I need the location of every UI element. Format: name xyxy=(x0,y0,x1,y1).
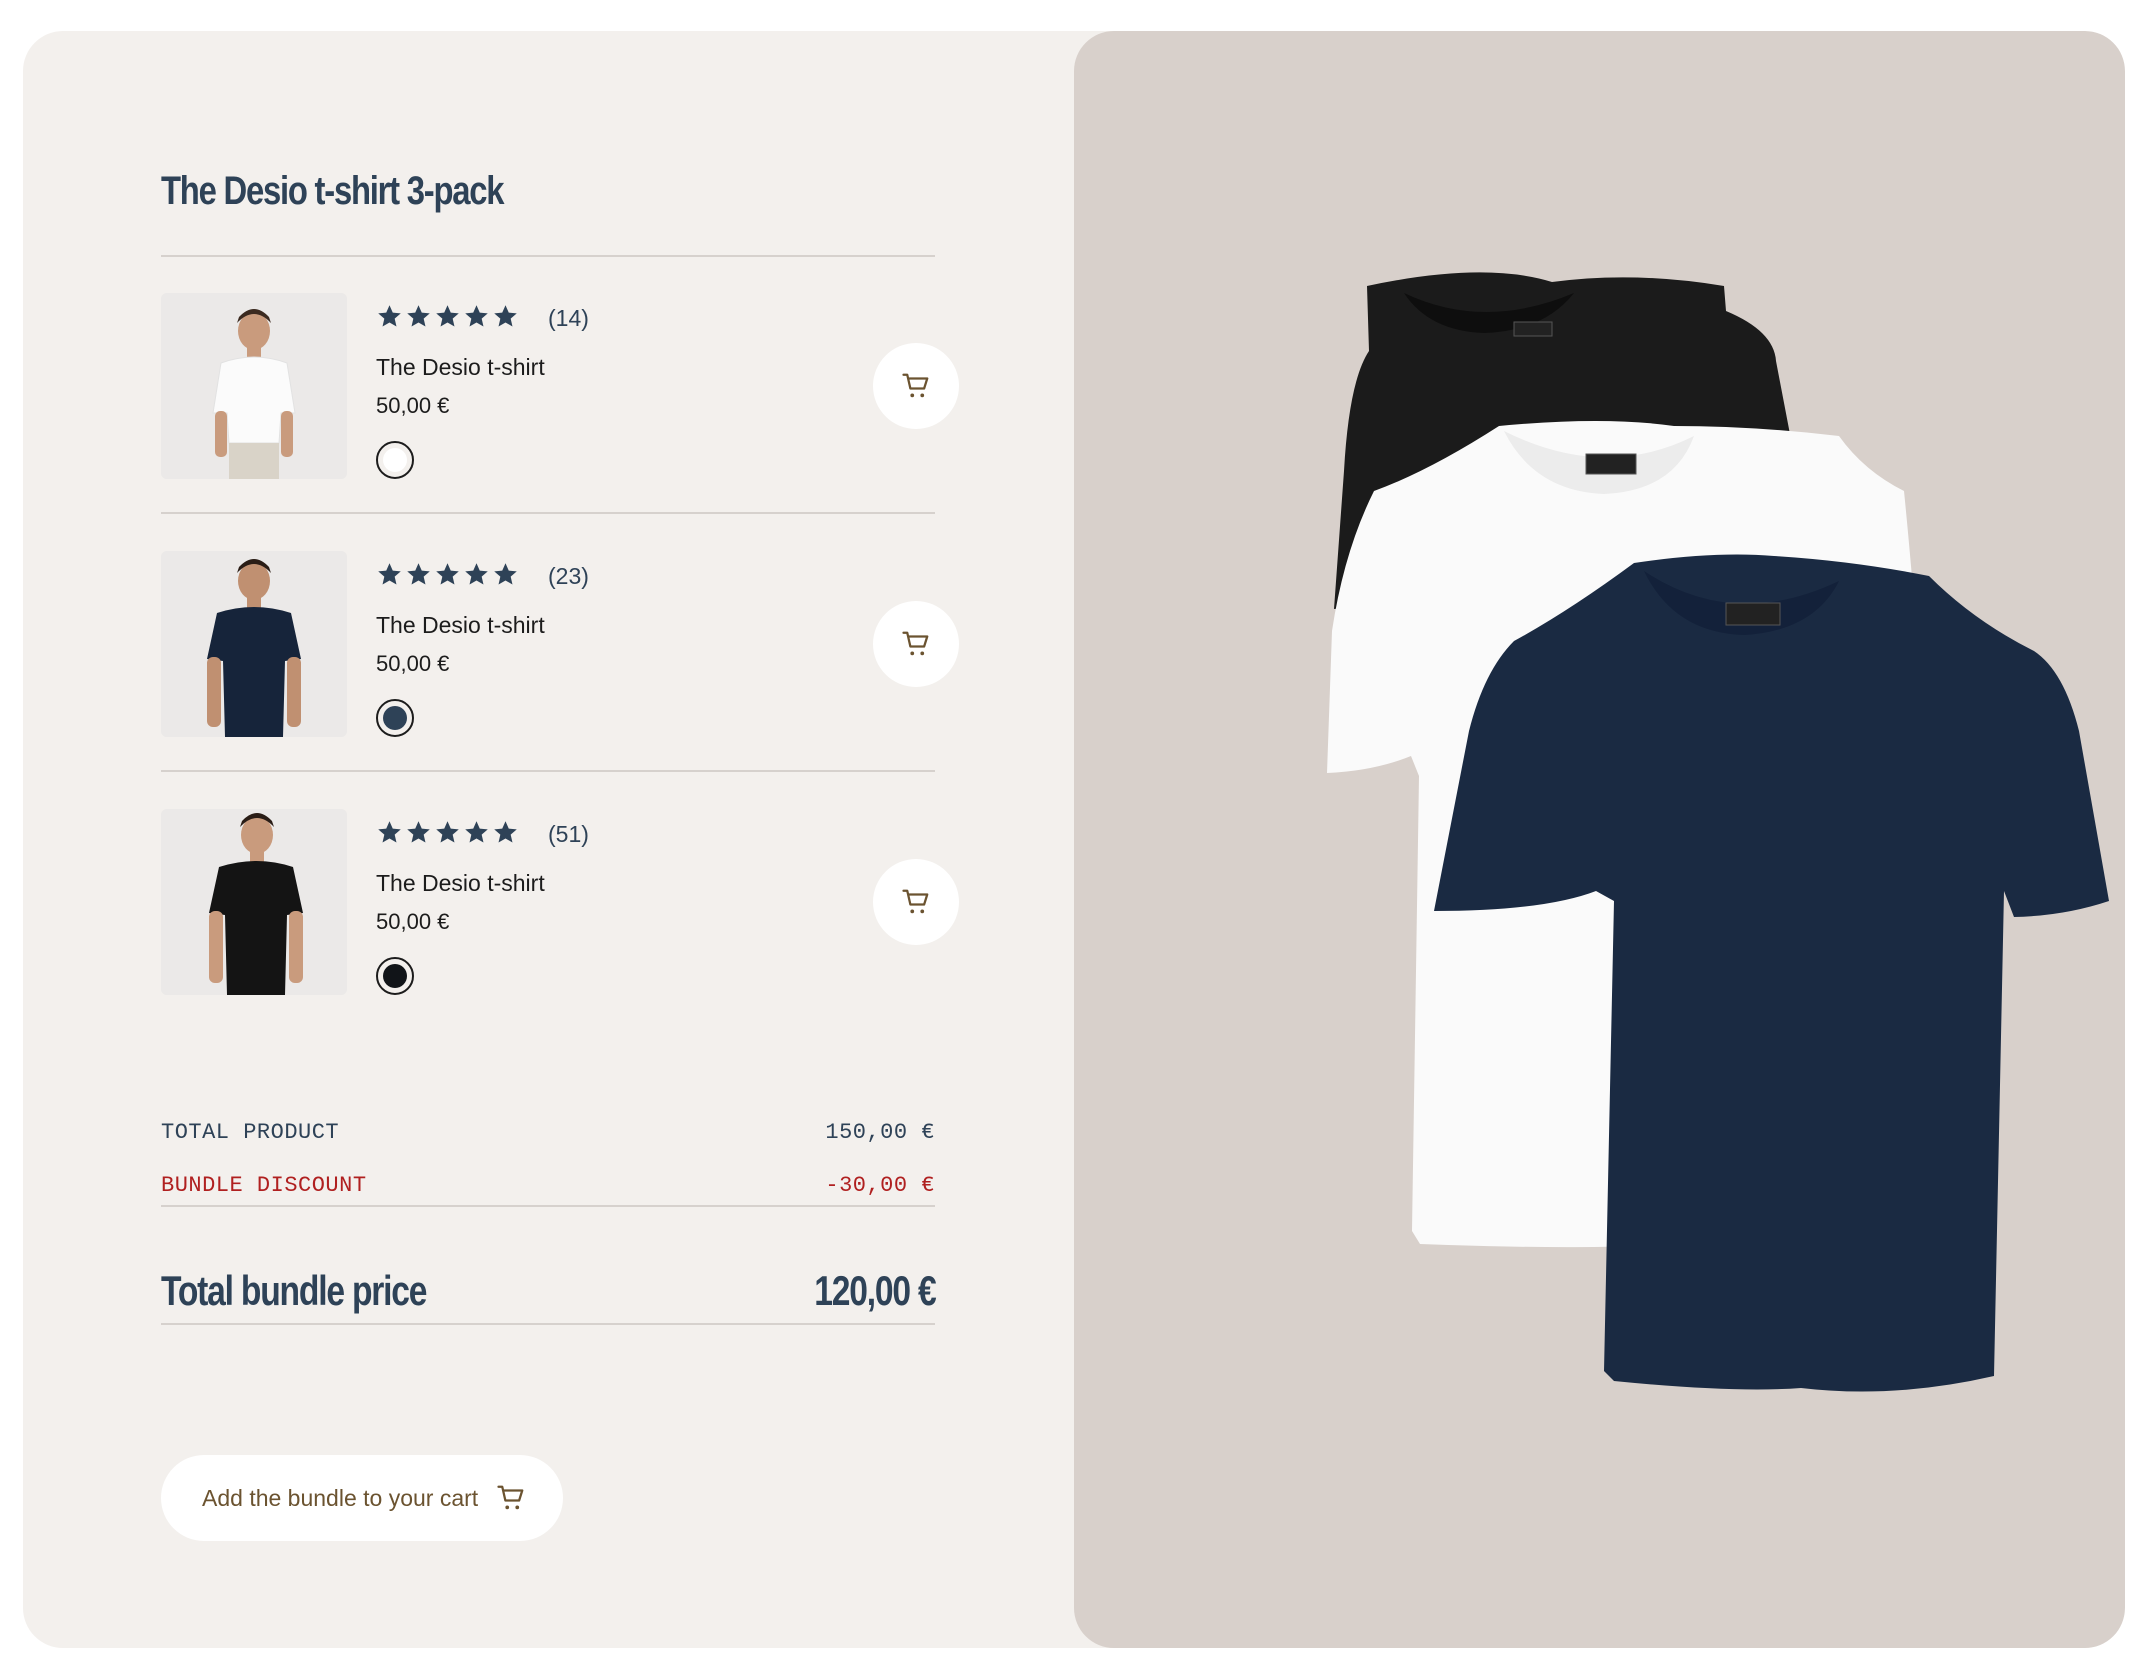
rating-count[interactable]: (23) xyxy=(548,563,589,590)
bundle-details-panel: The Desio t-shirt 3-pack (14) The Desio … xyxy=(23,31,1074,1648)
star-rating xyxy=(376,819,519,846)
cart-icon xyxy=(902,889,929,914)
star-icon xyxy=(378,821,401,843)
star-rating xyxy=(376,303,519,330)
star-icon xyxy=(465,305,488,327)
star-icon xyxy=(436,563,459,585)
total-product-value: 150,00 € xyxy=(825,1120,935,1145)
add-bundle-to-cart-button[interactable]: Add the bundle to your cart xyxy=(161,1455,563,1541)
divider xyxy=(161,255,935,257)
star-icon xyxy=(407,305,430,327)
product-price: 50,00 € xyxy=(376,651,450,676)
star-icon xyxy=(494,305,517,327)
cart-icon xyxy=(902,631,929,656)
cart-icon xyxy=(497,1485,524,1510)
bundle-item: (14) The Desio t-shirt 50,00 € xyxy=(161,293,959,483)
product-price: 50,00 € xyxy=(376,393,450,418)
product-name[interactable]: The Desio t-shirt xyxy=(376,354,545,381)
bundle-discount-label: BUNDLE DISCOUNT xyxy=(161,1173,367,1198)
divider xyxy=(161,512,935,514)
color-swatch-white[interactable] xyxy=(376,441,414,479)
total-product-label: TOTAL PRODUCT xyxy=(161,1120,340,1145)
star-icon xyxy=(436,821,459,843)
product-thumbnail-white[interactable] xyxy=(161,293,347,479)
total-bundle-price: 120,00 € xyxy=(813,1267,936,1314)
bundle-discount-row: BUNDLE DISCOUNT -30,00 € xyxy=(161,1173,935,1198)
bundle-item: (51) The Desio t-shirt 50,00 € xyxy=(161,809,959,999)
cart-icon xyxy=(902,373,929,398)
tshirt-3pack-image xyxy=(1327,272,2109,1392)
add-to-cart-button[interactable] xyxy=(873,343,959,429)
total-product-row: TOTAL PRODUCT 150,00 € xyxy=(161,1120,935,1145)
divider xyxy=(161,1323,935,1325)
divider xyxy=(161,770,935,772)
color-swatch-navy[interactable] xyxy=(376,699,414,737)
bundle-card: The Desio t-shirt 3-pack (14) The Desio … xyxy=(23,31,2125,1648)
star-icon xyxy=(378,305,401,327)
rating-count[interactable]: (51) xyxy=(548,821,589,848)
product-name[interactable]: The Desio t-shirt xyxy=(376,870,545,897)
star-rating xyxy=(376,561,519,588)
color-swatch-black[interactable] xyxy=(376,957,414,995)
star-icon xyxy=(494,821,517,843)
star-icon xyxy=(465,821,488,843)
product-price: 50,00 € xyxy=(376,909,450,934)
rating-count[interactable]: (14) xyxy=(548,305,589,332)
product-image-panel xyxy=(1074,31,2125,1648)
divider xyxy=(161,1205,935,1207)
bundle-item: (23) The Desio t-shirt 50,00 € xyxy=(161,551,959,741)
bundle-discount-value: -30,00 € xyxy=(825,1173,935,1198)
star-icon xyxy=(494,563,517,585)
star-icon xyxy=(378,563,401,585)
total-bundle-label: Total bundle price xyxy=(161,1267,427,1314)
product-thumbnail-black[interactable] xyxy=(161,809,347,995)
product-thumbnail-navy[interactable] xyxy=(161,551,347,737)
add-bundle-label: Add the bundle to your cart xyxy=(202,1484,479,1511)
star-icon xyxy=(407,563,430,585)
product-name[interactable]: The Desio t-shirt xyxy=(376,612,545,639)
star-icon xyxy=(436,305,459,327)
bundle-title: The Desio t-shirt 3-pack xyxy=(161,169,505,213)
star-icon xyxy=(407,821,430,843)
add-to-cart-button[interactable] xyxy=(873,601,959,687)
star-icon xyxy=(465,563,488,585)
add-to-cart-button[interactable] xyxy=(873,859,959,945)
